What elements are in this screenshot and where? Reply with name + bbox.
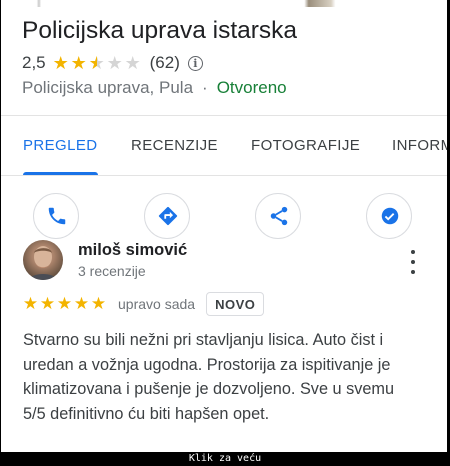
star-icon: ★ [70, 53, 87, 73]
review-text-line: 5/5 definitivno ću biti hapšen opet. [23, 404, 270, 423]
tab-overview[interactable]: PREGLED [23, 116, 98, 175]
review-text-line: Stvarno su bili nežni pri stavljanju lis… [23, 331, 384, 349]
more-options-icon[interactable] [405, 250, 421, 274]
tab-info[interactable]: INFORM [392, 116, 447, 175]
avatar-photo-icon [29, 246, 57, 280]
category-row: Policijska uprava, Pula · Otvoreno [22, 77, 287, 99]
star-icon: ★ [39, 294, 56, 313]
photo-strip [1, 0, 447, 7]
call-button[interactable] [33, 193, 79, 239]
empty-star-icon: ★ [106, 53, 123, 73]
save-button[interactable] [366, 193, 412, 239]
separator-dot: · [202, 78, 208, 97]
directions-button[interactable] [144, 193, 190, 239]
place-category: Policijska uprava, Pula [22, 78, 194, 97]
reviewer-name[interactable]: miloš simović [78, 241, 187, 260]
rating-row[interactable]: 2,5 ★ ★ ★ ★ ★ (62) i [22, 52, 203, 74]
rating-value: 2,5 [22, 53, 46, 72]
directions-icon [158, 206, 178, 226]
half-star-icon: ★ [88, 53, 105, 73]
share-button[interactable] [255, 193, 301, 239]
review-count: (62) [149, 53, 180, 72]
tab-photos[interactable]: FOTOGRAFIJE [251, 116, 360, 175]
new-badge: NOVO [206, 292, 265, 316]
empty-star-icon: ★ [124, 53, 141, 73]
review-time: upravo sada [118, 296, 196, 312]
review-text-line: klimatizovana i pušenje je dozvoljeno. S… [23, 380, 395, 398]
star-icon: ★ [56, 294, 73, 313]
tab-reviews[interactable]: RECENZIJE [131, 116, 218, 175]
reviewer-review-count: 3 recenzije [78, 263, 146, 279]
avatar[interactable] [23, 240, 63, 280]
review-text-line: uredan a vožnja ugodna. Prostorija za is… [23, 355, 391, 374]
star-icon: ★ [22, 294, 39, 313]
share-icon [270, 206, 288, 226]
place-panel: Policijska uprava istarska 2,5 ★ ★ ★ ★ ★… [1, 0, 447, 452]
review-stars: ★ ★ ★ ★ ★ [22, 295, 107, 313]
star-icon: ★ [52, 53, 69, 73]
star-icon: ★ [73, 294, 90, 313]
place-title: Policijska uprava istarska [22, 17, 298, 44]
open-status: Otvoreno [216, 78, 287, 97]
save-icon [381, 207, 399, 225]
active-tab-indicator [23, 172, 98, 175]
enlarge-caption-link[interactable]: Klik za veću [0, 452, 450, 466]
star-icon: ★ [90, 294, 107, 313]
phone-icon [48, 207, 66, 225]
rating-stars: ★ ★ ★ ★ ★ [52, 54, 142, 72]
info-icon[interactable]: i [187, 55, 203, 71]
review-meta: ★ ★ ★ ★ ★ upravo sada NOVO [22, 292, 265, 316]
review-text: Stvarno su bili nežni pri stavljanju lis… [23, 328, 445, 426]
tab-bar: PREGLED RECENZIJE FOTOGRAFIJE INFORM [1, 115, 447, 176]
